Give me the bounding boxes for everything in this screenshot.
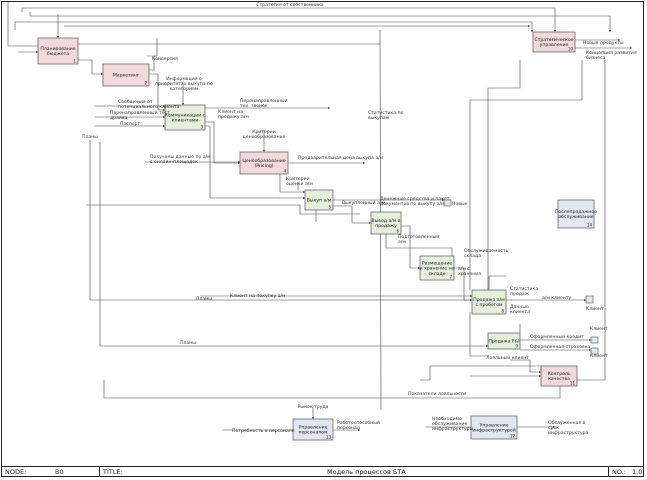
footer-no-label: NO.: — [612, 468, 626, 476]
footer-title-value: Модель процессов БТА — [327, 468, 406, 476]
footer-title-label: TITLE: — [103, 468, 123, 476]
diagram-frame — [1, 1, 644, 477]
footer-node-label: NODE: — [5, 468, 27, 476]
footer-node-value: B0 — [55, 468, 64, 476]
footer-no-value: 1.0 — [632, 468, 643, 476]
footer-bar: NODE: B0 TITLE: Модель процессов БТА NO.… — [2, 466, 644, 477]
